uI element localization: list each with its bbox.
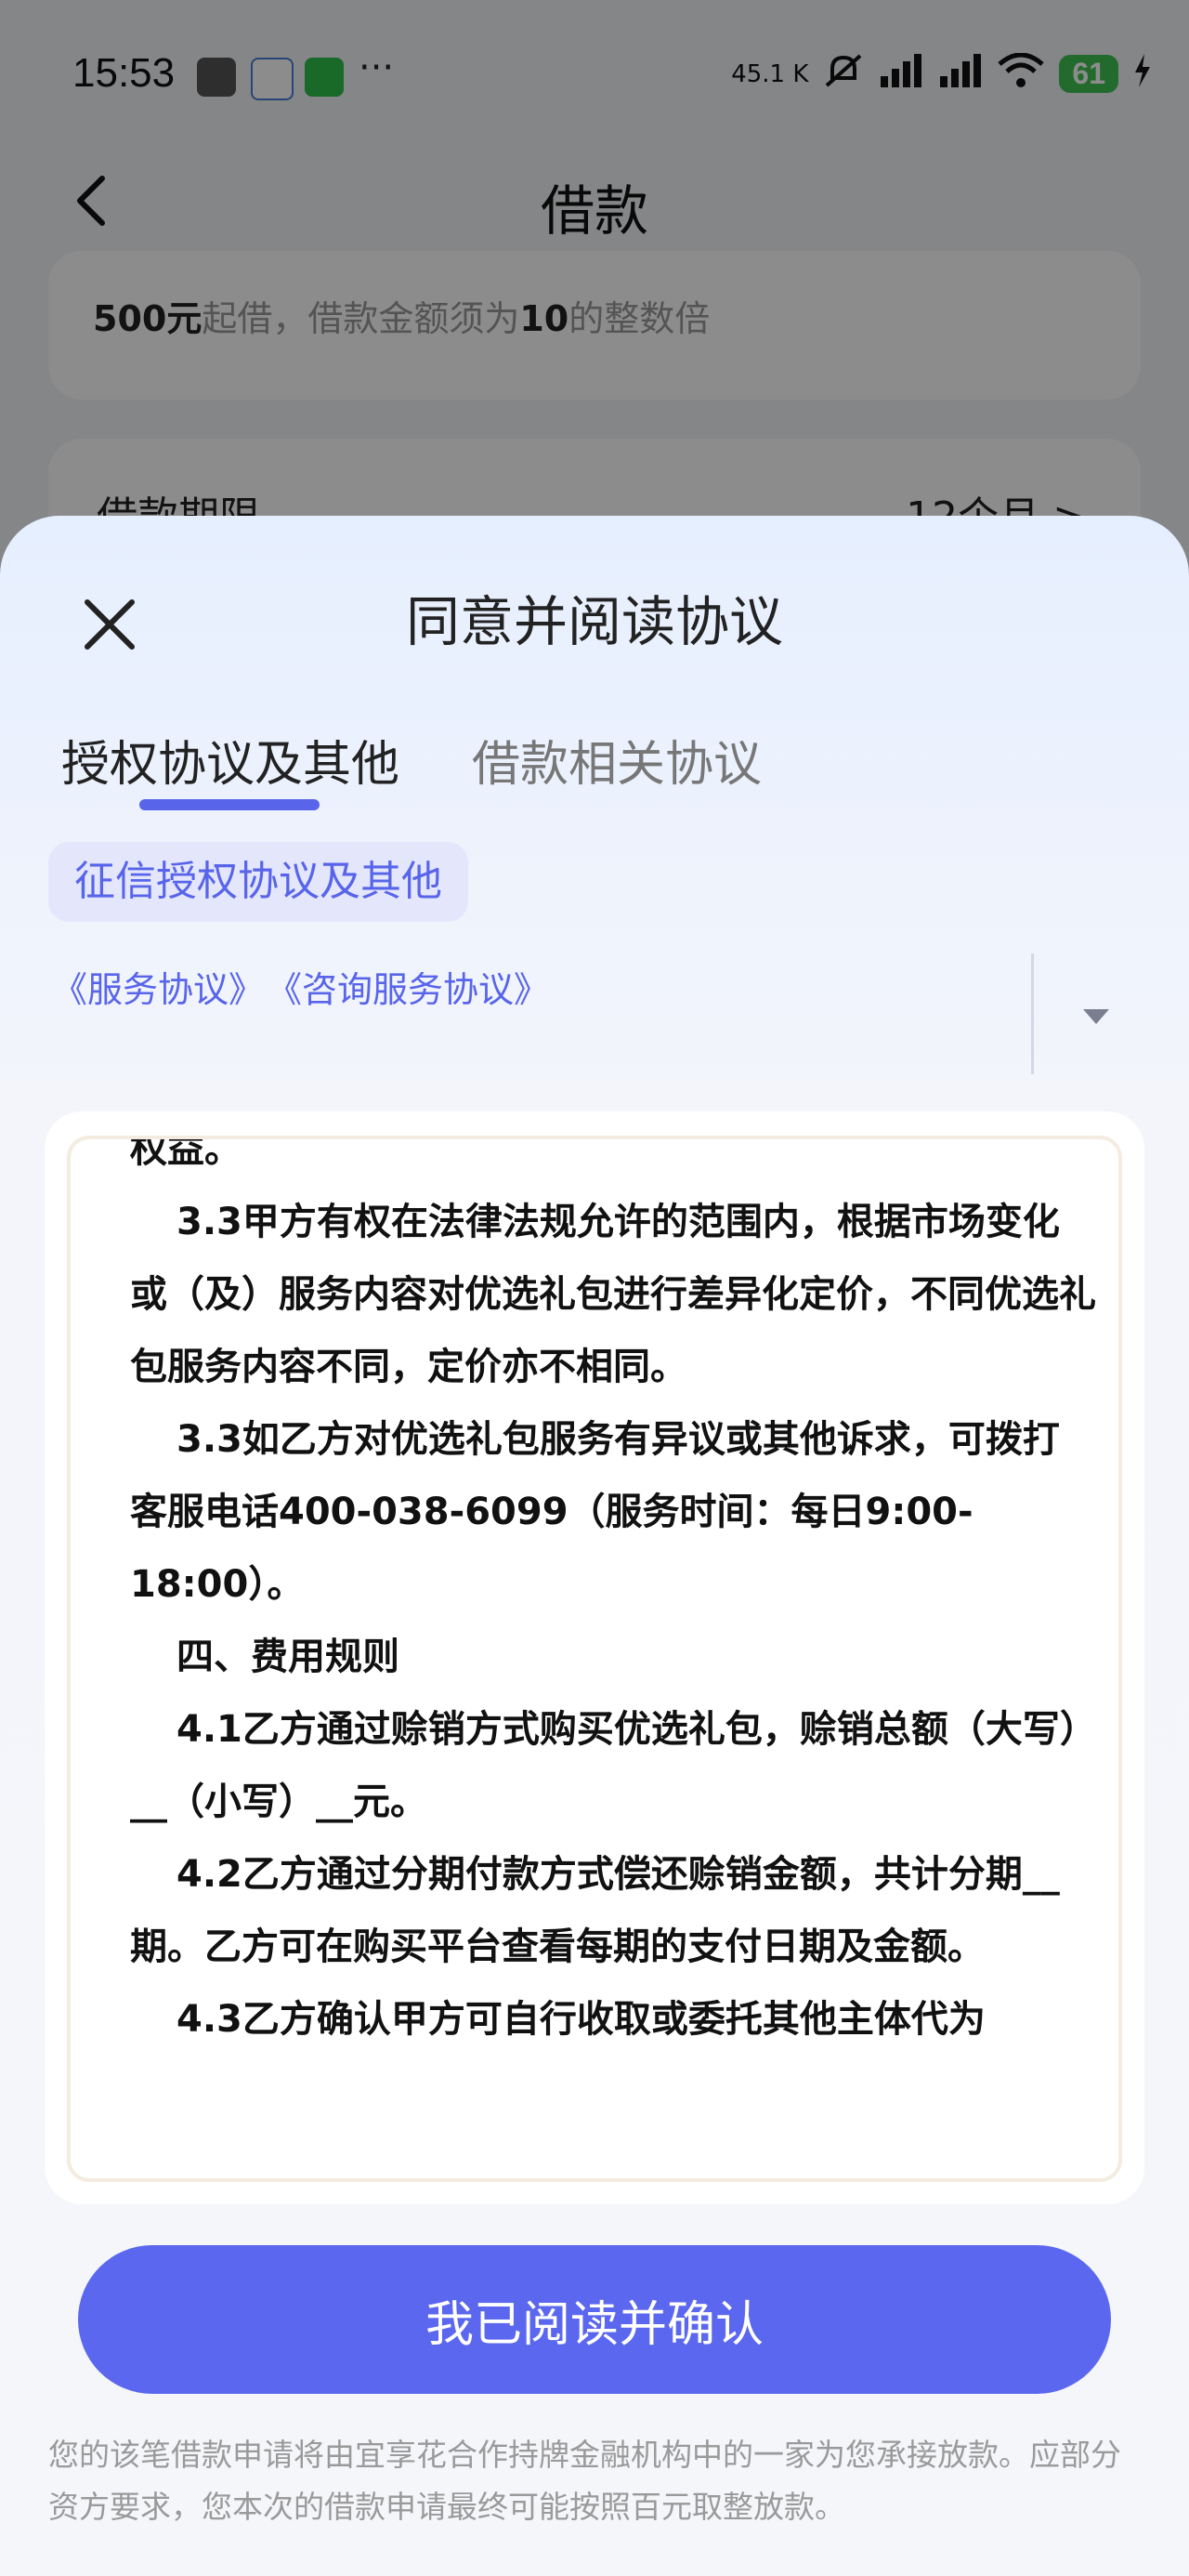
doc-paragraph: 4.3乙方确认甲方可自行收取或委托其他主体代为 <box>176 1998 986 2041</box>
doc-paragraph: 权益。 <box>130 1136 242 1171</box>
confirm-read-button[interactable]: 我已阅读并确认 <box>78 2245 1111 2394</box>
service-agreement-link[interactable]: 《服务协议》 <box>52 969 264 1010</box>
doc-paragraph: 3.3如乙方对优选礼包服务有异议或其他诉求，可拨打客服电话400-038-609… <box>130 1418 1060 1606</box>
doc-paragraph: 3.3甲方有权在法律法规允许的范围内，根据市场变化或（及）服务内容对优选礼包进行… <box>130 1201 1096 1388</box>
sheet-title: 同意并阅读协议 <box>405 590 783 653</box>
consulting-agreement-link[interactable]: 《咨询服务协议》 <box>284 969 549 1010</box>
active-tab-indicator <box>139 799 320 810</box>
agreement-text: 权益。 3.3甲方有权在法律法规允许的范围内，根据市场变化或（及）服务内容对优选… <box>130 1136 1096 2056</box>
doc-paragraph: 4.1乙方通过赊销方式购买优选礼包，赊销总额（大写）__（小写）__元。 <box>130 1708 1078 1823</box>
agreement-document-scroll[interactable]: 权益。 3.3甲方有权在法律法规允许的范围内，根据市场变化或（及）服务内容对优选… <box>67 1136 1122 2182</box>
doc-paragraph: 4.2乙方通过分期付款方式偿还赊销金额，共计分期__期。乙方可在购买平台查看每期… <box>130 1853 1060 1968</box>
tab-loan-agreements[interactable]: 借款相关协议 <box>472 725 762 795</box>
tab-authorization-agreements[interactable]: 授权协议及其他 <box>61 725 399 795</box>
chevron-down-icon[interactable] <box>1079 1005 1113 1028</box>
doc-paragraph: 四、费用规则 <box>176 1636 399 1678</box>
disclaimer-text: 您的该笔借款申请将由宜享花合作持牌金融机构中的一家为您承接放款。应部分资方要求，… <box>48 2437 1121 2525</box>
agreement-links: 《服务协议》 《咨询服务协议》 <box>52 961 569 1012</box>
agreement-category-chip[interactable]: 征信授权协议及其他 <box>48 842 468 922</box>
divider <box>1031 953 1034 1074</box>
